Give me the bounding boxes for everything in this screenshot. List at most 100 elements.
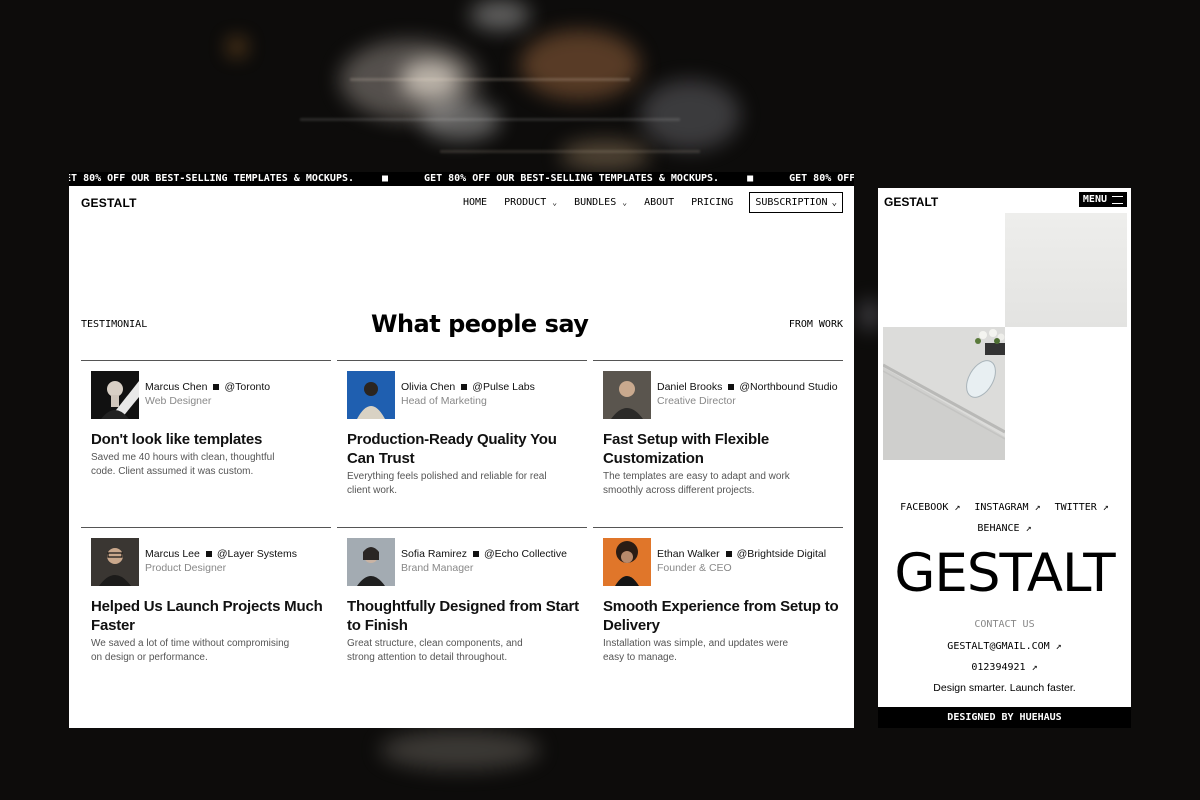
social-link-instagram[interactable]: INSTAGRAM ↗ bbox=[974, 497, 1040, 518]
author-line: Marcus Chen @Toronto bbox=[145, 381, 270, 393]
section-title: What people say bbox=[371, 310, 589, 338]
ticker-text: GET 80% OFF OUR BEST-SELLING TEMPLATES &… bbox=[424, 173, 720, 184]
author-handle: @Layer Systems bbox=[216, 548, 297, 560]
square-icon bbox=[728, 383, 735, 390]
mobile-mockup: GESTALT MENU FACEBOOK ↗ INSTAGRAM ↗ TWITTE… bbox=[878, 188, 1131, 728]
author-role: Web Designer bbox=[145, 395, 212, 407]
chevron-down-icon: ⌄ bbox=[552, 198, 558, 207]
testimonial-title: Production-Ready Quality You Can Trust bbox=[347, 431, 557, 467]
testimonial-card: Daniel Brooks @Northbound Studio Creative… bbox=[593, 360, 843, 526]
email-link[interactable]: GESTALT@GMAIL.COM ↗ bbox=[878, 641, 1131, 652]
ticker-dot: ■ bbox=[747, 173, 754, 184]
author-role: Founder & CEO bbox=[657, 562, 732, 574]
nav-item-bundles[interactable]: BUNDLES ⌄ bbox=[574, 197, 627, 208]
nav-menu: HOME PRODUCT ⌄ BUNDLES ⌄ ABOUT PRICING SUB… bbox=[446, 192, 843, 213]
author-handle: @Pulse Labs bbox=[472, 381, 535, 393]
author-line: Daniel Brooks @Northbound Studio bbox=[657, 381, 838, 393]
phone-link[interactable]: 012394921 ↗ bbox=[878, 662, 1131, 673]
ticker-text: GET 80% OFF OUR BEST-SELLING TEMPLATES &… bbox=[69, 173, 355, 184]
avatar bbox=[603, 371, 651, 419]
avatar bbox=[91, 538, 139, 586]
avatar bbox=[347, 538, 395, 586]
square-icon bbox=[461, 383, 468, 390]
subscription-label: SUBSCRIPTION bbox=[755, 197, 828, 208]
subscription-button[interactable]: SUBSCRIPTION ⌄ bbox=[749, 192, 843, 213]
social-link-behance[interactable]: BEHANCE ↗ bbox=[977, 518, 1031, 539]
square-icon bbox=[213, 383, 220, 390]
testimonial-body: We saved a lot of time without compromis… bbox=[91, 638, 290, 663]
promo-ticker[interactable]: GET 80% OFF OUR BEST-SELLING TEMPLATES &… bbox=[69, 172, 854, 186]
nav-item-label: BUNDLES bbox=[574, 197, 617, 208]
testimonial-card: Olivia Chen @Pulse Labs Head of Marketing… bbox=[337, 360, 587, 526]
tagline: Design smarter. Launch faster. bbox=[933, 682, 1076, 694]
chevron-down-icon: ⌄ bbox=[831, 197, 837, 208]
author-handle: @Toronto bbox=[224, 381, 271, 393]
square-icon bbox=[472, 550, 479, 557]
menu-button[interactable]: MENU bbox=[1078, 192, 1127, 207]
logo[interactable]: GESTALT bbox=[81, 196, 137, 210]
section-label: TESTIMONIAL bbox=[81, 319, 148, 330]
chevron-down-icon: ⌄ bbox=[622, 198, 628, 207]
hero-image-top bbox=[1005, 213, 1127, 327]
author-line: Marcus Lee @Layer Systems bbox=[145, 548, 297, 560]
author-name: Marcus Lee bbox=[145, 548, 200, 560]
author-line: Sofia Ramirez @Echo Collective bbox=[401, 548, 567, 560]
author-role: Head of Marketing bbox=[401, 395, 487, 407]
ticker-text: GET 80% OFF OUR BEST-SELLING TEMPLATES &… bbox=[789, 173, 854, 184]
testimonial-body: Saved me 40 hours with clean, thoughtful… bbox=[91, 452, 275, 477]
avatar bbox=[347, 371, 395, 419]
author-role: Product Designer bbox=[145, 562, 227, 574]
nav-item-label: ABOUT bbox=[644, 197, 675, 208]
author-name: Ethan Walker bbox=[657, 548, 720, 560]
author-name: Daniel Brooks bbox=[657, 381, 723, 393]
testimonial-title: Thoughtfully Designed from Start to Fini… bbox=[347, 598, 579, 634]
testimonial-body: Great structure, clean components, and s… bbox=[347, 638, 523, 663]
author-role: Creative Director bbox=[657, 395, 736, 407]
nav-item-product[interactable]: PRODUCT ⌄ bbox=[504, 197, 557, 208]
nav-item-label: PRODUCT bbox=[504, 197, 547, 208]
from-work-link[interactable]: FROM WORK bbox=[789, 319, 843, 330]
social-link-twitter[interactable]: TWITTER ↗ bbox=[1055, 497, 1109, 518]
top-nav: GESTALT HOME PRODUCT ⌄ BUNDLES ⌄ ABOUT PRI… bbox=[69, 186, 854, 222]
square-icon bbox=[205, 550, 212, 557]
testimonial-title: Don't look like templates bbox=[91, 431, 263, 448]
desktop-mockup: GET 80% OFF OUR BEST-SELLING TEMPLATES &… bbox=[69, 172, 854, 728]
section-header: TESTIMONIAL What people say FROM WORK bbox=[81, 310, 843, 340]
testimonial-body: The templates are easy to adapt and work… bbox=[603, 471, 790, 496]
nav-item-home[interactable]: HOME bbox=[463, 197, 487, 208]
nav-item-label: PRICING bbox=[691, 197, 734, 208]
hero-image-bottom bbox=[883, 327, 1005, 460]
square-icon bbox=[725, 550, 732, 557]
testimonial-card: Marcus Lee @Layer Systems Product Designe… bbox=[81, 527, 331, 707]
contact-label: CONTACT US bbox=[974, 619, 1035, 630]
author-handle: @Northbound Studio bbox=[739, 381, 838, 393]
hamburger-icon bbox=[1112, 195, 1123, 204]
nav-item-about[interactable]: ABOUT bbox=[644, 197, 674, 208]
nav-item-pricing[interactable]: PRICING bbox=[691, 197, 733, 208]
social-links: FACEBOOK ↗ INSTAGRAM ↗ TWITTER ↗ BEHANCE ↗ bbox=[878, 497, 1131, 539]
testimonial-body: Everything feels polished and reliable f… bbox=[347, 471, 547, 496]
author-role: Brand Manager bbox=[401, 562, 474, 574]
testimonial-title: Smooth Experience from Setup to Delivery bbox=[603, 598, 839, 634]
footer-credit: DESIGNED BY HUEHAUS bbox=[878, 707, 1131, 728]
testimonial-card: Sofia Ramirez @Echo Collective Brand Mana… bbox=[337, 527, 587, 707]
author-line: Olivia Chen @Pulse Labs bbox=[401, 381, 535, 393]
avatar bbox=[91, 371, 139, 419]
testimonial-title: Fast Setup with Flexible Customization bbox=[603, 431, 770, 467]
author-handle: @Echo Collective bbox=[483, 548, 567, 560]
testimonial-card: Marcus Chen @Toronto Web Designer Don't l… bbox=[81, 360, 331, 526]
footer-wordmark: GESTALT bbox=[894, 543, 1115, 604]
author-name: Marcus Chen bbox=[145, 381, 208, 393]
testimonial-title: Helped Us Launch Projects Much Faster bbox=[91, 598, 323, 634]
author-handle: @Brightside Digital bbox=[736, 548, 827, 560]
author-name: Olivia Chen bbox=[401, 381, 456, 393]
author-line: Ethan Walker @Brightside Digital bbox=[657, 548, 826, 560]
testimonial-card: Ethan Walker @Brightside Digital Founder … bbox=[593, 527, 843, 707]
menu-label: MENU bbox=[1082, 194, 1107, 205]
mobile-logo[interactable]: GESTALT bbox=[884, 195, 938, 209]
nav-item-label: HOME bbox=[463, 197, 488, 208]
ticker-dot: ■ bbox=[382, 173, 389, 184]
testimonial-body: Installation was simple, and updates wer… bbox=[603, 638, 789, 663]
social-link-facebook[interactable]: FACEBOOK ↗ bbox=[900, 497, 960, 518]
author-name: Sofia Ramirez bbox=[401, 548, 467, 560]
